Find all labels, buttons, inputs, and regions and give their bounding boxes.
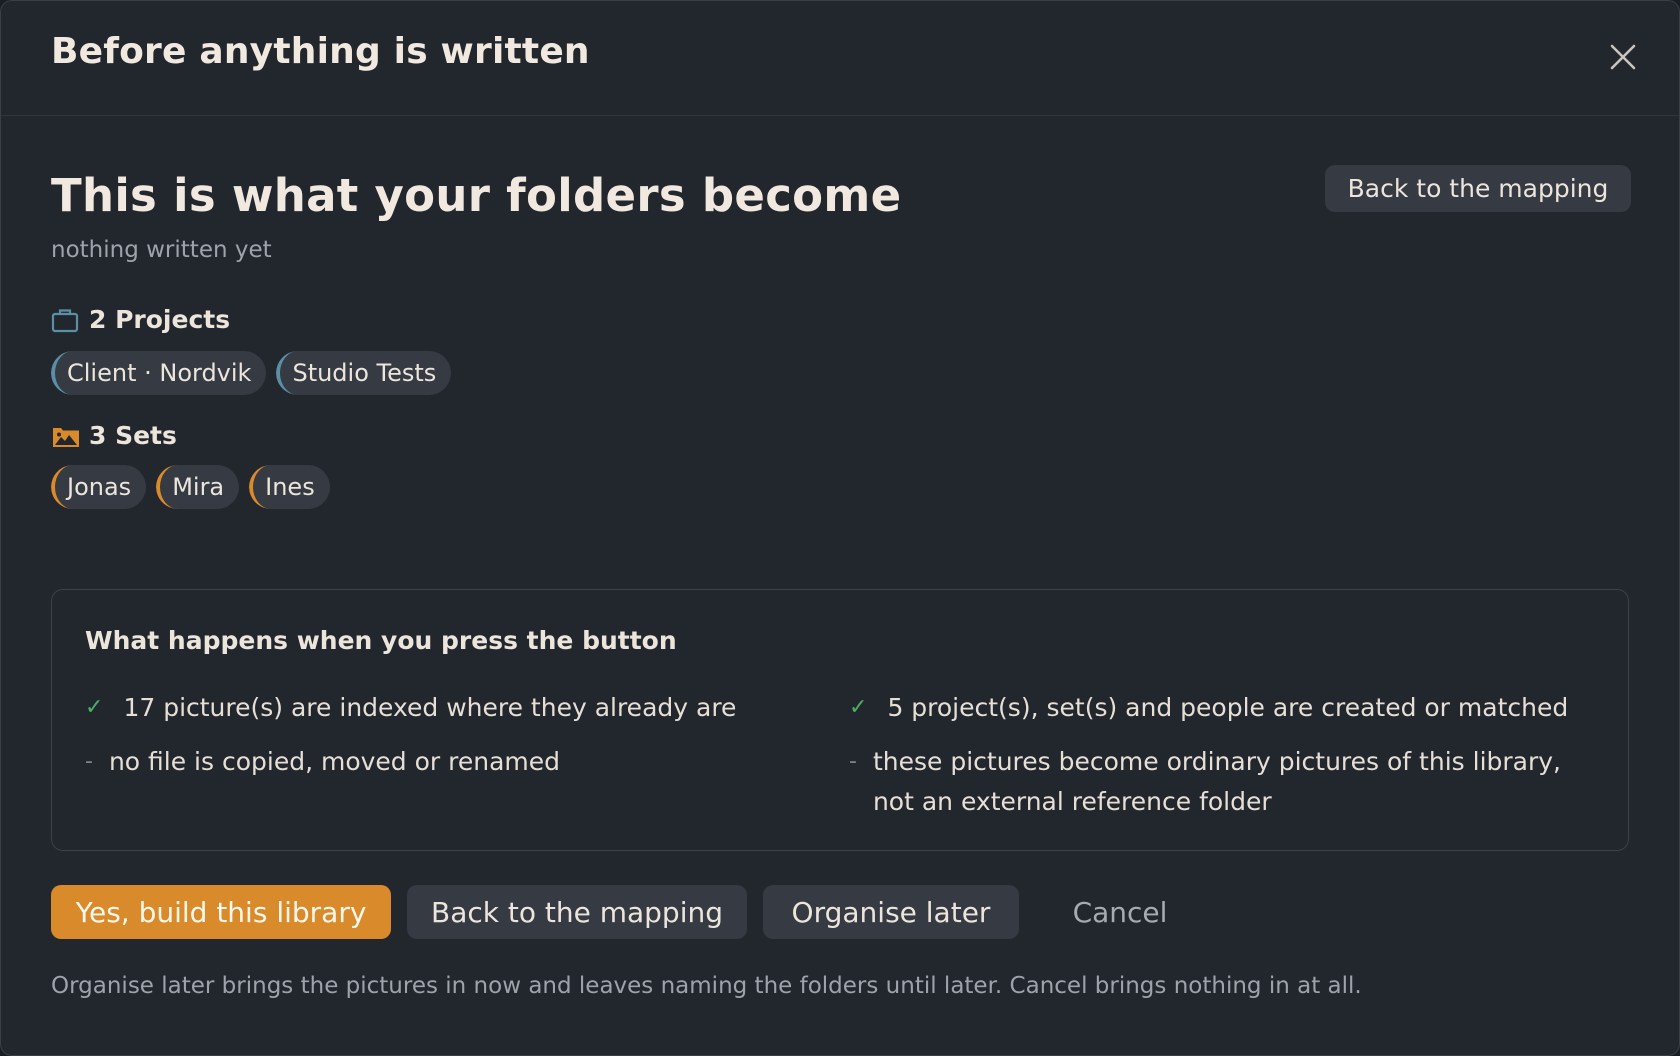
build-library-button[interactable]: Yes, build this library bbox=[51, 885, 391, 939]
set-chip[interactable]: Jonas bbox=[51, 465, 147, 509]
dash-icon: - bbox=[85, 749, 93, 774]
summary-subline: nothing written yet bbox=[51, 237, 272, 263]
info-item: - no file is copied, moved or renamed bbox=[85, 742, 785, 782]
briefcase-icon bbox=[51, 306, 81, 334]
dialog-header: Before anything is written bbox=[1, 1, 1679, 116]
check-icon: ✓ bbox=[849, 695, 868, 720]
project-chip[interactable]: Studio Tests bbox=[276, 351, 452, 395]
back-to-mapping-button[interactable]: Back to the mapping bbox=[407, 885, 747, 939]
project-chip[interactable]: Client · Nordvik bbox=[51, 351, 267, 395]
set-chip[interactable]: Ines bbox=[249, 465, 330, 509]
sets-heading-label: 3 Sets bbox=[89, 421, 177, 450]
dash-icon: - bbox=[849, 749, 857, 774]
what-happens-title: What happens when you press the button bbox=[85, 626, 677, 655]
info-column-left: ✓ 17 picture(s) are indexed where they a… bbox=[85, 688, 785, 796]
projects-heading: 2 Projects bbox=[51, 305, 230, 334]
info-item-text: 17 picture(s) are indexed where they alr… bbox=[123, 693, 737, 722]
import-confirm-dialog: Before anything is written This is what … bbox=[0, 0, 1680, 1056]
info-item: ✓ 5 project(s), set(s) and people are cr… bbox=[849, 688, 1599, 728]
close-button[interactable] bbox=[1605, 39, 1641, 75]
organise-later-button[interactable]: Organise later bbox=[763, 885, 1019, 939]
info-item-text: 5 project(s), set(s) and people are crea… bbox=[887, 693, 1569, 722]
dialog-title: Before anything is written bbox=[51, 31, 590, 72]
action-bar: Yes, build this library Back to the mapp… bbox=[51, 885, 1205, 939]
back-to-mapping-button-top[interactable]: Back to the mapping bbox=[1325, 165, 1631, 212]
info-item: ✓ 17 picture(s) are indexed where they a… bbox=[85, 688, 785, 728]
info-item-text: no file is copied, moved or renamed bbox=[108, 747, 561, 776]
info-column-right: ✓ 5 project(s), set(s) and people are cr… bbox=[849, 688, 1599, 836]
close-icon bbox=[1610, 44, 1636, 70]
cancel-button[interactable]: Cancel bbox=[1035, 885, 1205, 939]
folder-images-icon bbox=[51, 422, 81, 450]
check-icon: ✓ bbox=[85, 695, 104, 720]
set-chip[interactable]: Mira bbox=[156, 465, 240, 509]
set-chips: Jonas Mira Ines bbox=[51, 465, 330, 509]
projects-heading-label: 2 Projects bbox=[89, 305, 231, 334]
summary-headline: This is what your folders become bbox=[51, 169, 902, 222]
project-chips: Client · Nordvik Studio Tests bbox=[51, 351, 452, 395]
footnote: Organise later brings the pictures in no… bbox=[51, 973, 1362, 999]
sets-heading: 3 Sets bbox=[51, 421, 177, 450]
what-happens-panel: What happens when you press the button ✓… bbox=[51, 589, 1629, 851]
info-item-text: these pictures become ordinary pictures … bbox=[872, 747, 1562, 816]
info-item: - these pictures become ordinary picture… bbox=[849, 742, 1599, 822]
